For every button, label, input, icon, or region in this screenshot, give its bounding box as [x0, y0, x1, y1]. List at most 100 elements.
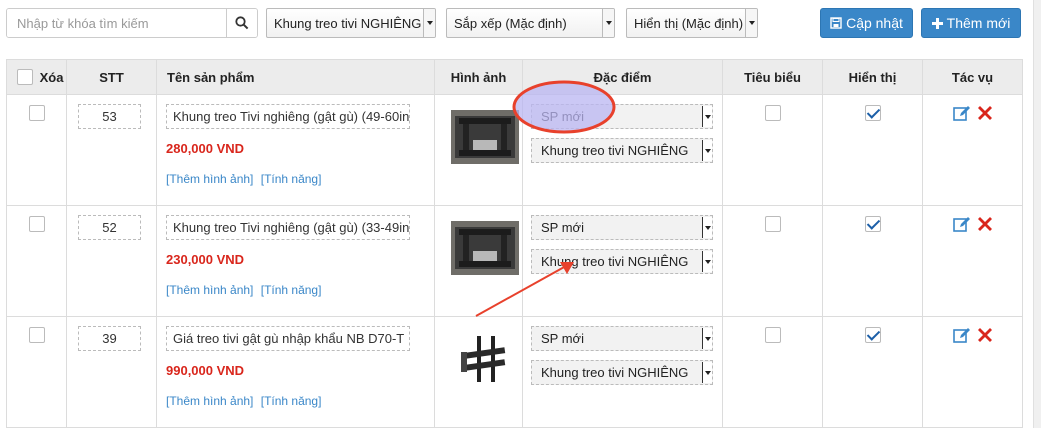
add-image-link[interactable]: [Thêm hình ảnh]: [166, 394, 253, 408]
update-button-label: Cập nhật: [846, 15, 903, 31]
actions-cell: [922, 205, 1023, 317]
chevron-down-icon: [702, 251, 712, 272]
category-filter-select[interactable]: Khung treo tivi NGHIÊNG: [266, 8, 436, 38]
feature-cell: SP mới Khung treo tivi NGHIÊNG: [522, 94, 723, 206]
feature-type-value: SP mới: [541, 220, 584, 235]
feature-category-select[interactable]: Khung treo tivi NGHIÊNG: [531, 249, 713, 274]
visible-cell: [822, 94, 923, 206]
header-feature: Đặc điểm: [522, 59, 723, 95]
table-row: 52 Khung treo Tivi nghiêng (gật gù) (33-…: [6, 205, 1023, 317]
product-thumbnail: [451, 332, 519, 386]
featured-cell: [722, 316, 823, 428]
add-image-link[interactable]: [Thêm hình ảnh]: [166, 283, 253, 297]
name-cell: Giá treo tivi gật gù nhập khẩu NB D70-T …: [156, 316, 435, 428]
stt-cell: 53: [66, 94, 157, 206]
table-row: 53 Khung treo Tivi nghiêng (gật gù) (49-…: [6, 94, 1023, 206]
header-actions: Tác vụ: [922, 59, 1023, 95]
search-button[interactable]: [226, 9, 257, 37]
sort-select[interactable]: Sắp xếp (Mặc định): [446, 8, 615, 38]
update-button[interactable]: Cập nhật: [820, 8, 913, 38]
product-name-input[interactable]: Khung treo Tivi nghiêng (gật gù) (49-60i…: [166, 104, 410, 129]
stt-cell: 39: [66, 316, 157, 428]
product-name-input[interactable]: Giá treo tivi gật gù nhập khẩu NB D70-T: [166, 326, 410, 351]
featured-checkbox[interactable]: [764, 327, 781, 343]
name-cell: Khung treo Tivi nghiêng (gật gù) (33-49i…: [156, 205, 435, 317]
delete-icon[interactable]: [977, 216, 993, 232]
delete-checkbox[interactable]: [28, 216, 45, 232]
feature-category-value: Khung treo tivi NGHIÊNG: [541, 143, 689, 158]
delete-checkbox[interactable]: [28, 105, 45, 121]
select-all-checkbox[interactable]: [17, 69, 33, 86]
page-scrollbar[interactable]: [1033, 0, 1041, 428]
visible-checkbox[interactable]: [864, 105, 881, 121]
feature-type-value: SP mới: [541, 331, 584, 346]
feature-cell: SP mới Khung treo tivi NGHIÊNG: [522, 316, 723, 428]
chevron-down-icon: [702, 328, 712, 349]
feature-cell: SP mới Khung treo tivi NGHIÊNG: [522, 205, 723, 317]
visible-checkbox[interactable]: [864, 216, 881, 232]
display-select-value: Hiển thị (Mặc định): [634, 15, 744, 31]
product-thumbnail: [451, 221, 519, 275]
feature-category-select[interactable]: Khung treo tivi NGHIÊNG: [531, 360, 713, 385]
actions-cell: [922, 316, 1023, 428]
feature-type-select[interactable]: SP mới: [531, 326, 713, 351]
chevron-down-icon: [702, 140, 712, 161]
display-select[interactable]: Hiển thị (Mặc định): [626, 8, 758, 38]
featured-cell: [722, 205, 823, 317]
stt-input[interactable]: 52: [78, 215, 141, 240]
plus-icon: [931, 17, 943, 29]
chevron-down-icon: [702, 106, 712, 127]
search-icon: [235, 16, 249, 30]
header-stt: STT: [66, 59, 157, 95]
delete-cell: [6, 205, 67, 317]
delete-checkbox[interactable]: [28, 327, 45, 343]
feature-type-select[interactable]: SP mới: [531, 104, 713, 129]
delete-icon[interactable]: [977, 327, 993, 343]
chevron-down-icon: [702, 362, 712, 383]
featured-checkbox[interactable]: [764, 105, 781, 121]
stt-input[interactable]: 39: [78, 326, 141, 351]
features-link[interactable]: [Tính năng]: [261, 283, 322, 297]
edit-icon[interactable]: [952, 327, 971, 344]
image-cell: [434, 94, 523, 206]
features-link[interactable]: [Tính năng]: [261, 172, 322, 186]
delete-icon[interactable]: [977, 105, 993, 121]
image-cell: [434, 205, 523, 317]
featured-checkbox[interactable]: [764, 216, 781, 232]
product-price: 990,000 VND: [166, 363, 245, 378]
feature-category-select[interactable]: Khung treo tivi NGHIÊNG: [531, 138, 713, 163]
search-input[interactable]: [7, 9, 226, 37]
toolbar: Khung treo tivi NGHIÊNG Sắp xếp (Mặc địn…: [0, 0, 1041, 50]
add-image-link[interactable]: [Thêm hình ảnh]: [166, 172, 253, 186]
edit-icon[interactable]: [952, 105, 971, 122]
edit-icon[interactable]: [952, 216, 971, 233]
table-row: 39 Giá treo tivi gật gù nhập khẩu NB D70…: [6, 316, 1023, 428]
product-name-input[interactable]: Khung treo Tivi nghiêng (gật gù) (33-49i…: [166, 215, 410, 240]
feature-category-value: Khung treo tivi NGHIÊNG: [541, 254, 689, 269]
search-group: [6, 8, 258, 38]
stt-cell: 52: [66, 205, 157, 317]
product-table: Xóa STT Tên sản phẩm Hình ảnh Đặc điểm T…: [6, 59, 1023, 428]
feature-type-select[interactable]: SP mới: [531, 215, 713, 240]
product-thumbnail: [451, 110, 519, 164]
header-delete-label: Xóa: [39, 69, 64, 85]
header-image: Hình ảnh: [434, 59, 523, 95]
name-cell: Khung treo Tivi nghiêng (gật gù) (49-60i…: [156, 94, 435, 206]
visible-cell: [822, 205, 923, 317]
product-table-wrap: Xóa STT Tên sản phẩm Hình ảnh Đặc điểm T…: [6, 59, 1023, 428]
save-icon: [830, 17, 842, 29]
featured-cell: [722, 94, 823, 206]
header-featured: Tiêu biểu: [722, 59, 823, 95]
feature-category-value: Khung treo tivi NGHIÊNG: [541, 365, 689, 380]
chevron-down-icon: [423, 9, 435, 37]
features-link[interactable]: [Tính năng]: [261, 394, 322, 408]
visible-checkbox[interactable]: [864, 327, 881, 343]
sort-select-value: Sắp xếp (Mặc định): [454, 15, 567, 31]
category-filter-value: Khung treo tivi NGHIÊNG: [274, 15, 422, 31]
header-visible: Hiển thị: [822, 59, 923, 95]
stt-input[interactable]: 53: [78, 104, 141, 129]
chevron-down-icon: [602, 9, 614, 37]
actions-cell: [922, 94, 1023, 206]
delete-cell: [6, 94, 67, 206]
add-new-button[interactable]: Thêm mới: [921, 8, 1021, 38]
